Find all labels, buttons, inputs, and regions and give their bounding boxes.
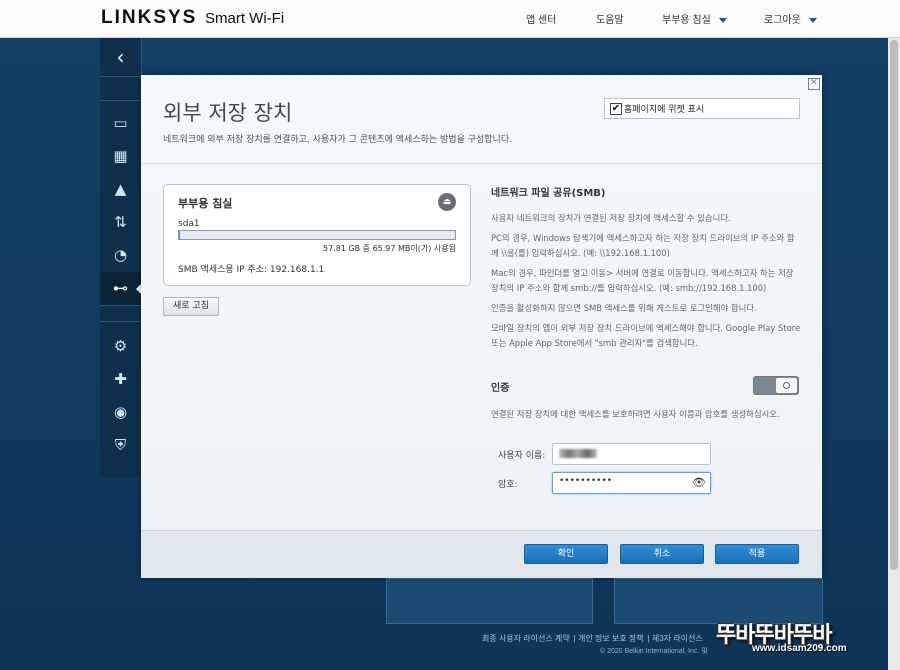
password-value: •••••••••• [559, 476, 613, 486]
storage-usage-text: 57.81 GB 중 65.97 MB이(가) 사용됨 [323, 244, 456, 253]
nav-app-center[interactable]: 앱 센터 [526, 11, 556, 26]
smb-section: 네트워크 파일 공유(SMB) 사용자 네트워크의 장치가 연결된 저장 장치에… [491, 184, 801, 356]
auth-title: 인증 [491, 383, 510, 394]
footer-links: 최종 사용자 라이선스 계약 | 개인 정보 보호 정책 | 제3자 라이선스 [482, 634, 703, 643]
modal-title: 외부 저장 장치 [163, 101, 293, 125]
security-icon[interactable]: ⛨ [100, 429, 141, 462]
eject-icon[interactable]: ⏏ [438, 193, 456, 211]
storage-device-card: 부부용 침실 ⏏ sda1 57.81 GB 중 65.97 MB이(가) 사용… [163, 184, 471, 286]
storage-usage-fill [179, 231, 181, 239]
smb-ip-address: SMB 액세스용 IP 주소: 192.168.1.1 [178, 265, 325, 275]
external-storage-modal: ✕ 외부 저장 장치 네트워크에 외부 저장 장치를 연결하고, 사용자가 그 … [141, 75, 822, 578]
chevron-down-icon [808, 17, 817, 23]
nav-logout-label: 로그아웃 [764, 15, 801, 26]
nav-router-menu[interactable]: 부부용 침실 [662, 11, 727, 26]
wifi-icon[interactable]: ◉ [100, 396, 141, 429]
page-scrollbar-thumb[interactable] [890, 40, 898, 570]
chevron-down-icon [718, 17, 727, 23]
smb-title: 네트워크 파일 공유(SMB) [491, 188, 606, 199]
warning-icon[interactable]: ▲ [100, 173, 141, 206]
password-field[interactable]: •••••••••• 👁 [552, 472, 711, 494]
footer-copyright: © 2020 Belkin International, Inc. 및 [600, 648, 708, 655]
top-bar: LINKSYS Smart Wi-Fi 앱 센터 도움말 부부용 침실 로그아웃 [0, 0, 900, 38]
nav-help-label: 도움말 [596, 15, 624, 26]
settings-icon[interactable]: ⚙ [100, 330, 141, 363]
sidebar: ‹ ▭ ▦ ▲ ⇅ ◔ ⊷ ⚙ ✚ ◉ ⛨ [100, 38, 142, 478]
linksys-logo: LINKSYS [101, 7, 198, 28]
background-card [386, 578, 593, 624]
username-label: 사용자 이름: [498, 451, 546, 461]
nav-router-label: 부부용 침실 [662, 15, 711, 26]
password-label: 암호: [498, 480, 518, 490]
nav-help[interactable]: 도움말 [596, 11, 624, 26]
partition-name: sda1 [178, 219, 200, 229]
calendar-icon[interactable]: ▦ [100, 140, 141, 173]
brand-suffix: Smart Wi-Fi [205, 10, 285, 27]
show-widget-toggle[interactable]: ✔ 홈페이지에 위젯 표시 [604, 98, 800, 119]
watermark-url: www.idsam209.com [752, 643, 847, 654]
header-divider [141, 163, 822, 164]
nav-app-center-label: 앱 센터 [526, 15, 557, 26]
sidebar-divider [100, 76, 141, 77]
bandwidth-icon[interactable]: ⇅ [100, 206, 141, 239]
blurred-username [559, 449, 597, 458]
sidebar-divider [100, 321, 141, 322]
smb-paragraph: Mac의 경우, 파인더를 열고 이동> 서버에 연결로 이동합니다. 액세스하… [491, 268, 794, 293]
smb-paragraph: 모바일 장치의 앱이 외부 저장 장치 드라이브에 액세스해야 합니다. Goo… [491, 323, 801, 348]
sidebar-divider [100, 305, 141, 306]
ok-button[interactable]: 확인 [524, 544, 608, 564]
footer-link-thirdparty[interactable]: 제3자 라이선스 [652, 634, 703, 643]
cancel-button[interactable]: 취소 [620, 544, 704, 564]
devices-icon[interactable]: ▭ [100, 107, 141, 140]
auth-description: 연결된 저장 장치에 대한 액세스를 보호하려면 사용자 이름과 암호를 생성하… [491, 409, 780, 419]
footer-link-privacy[interactable]: 개인 정보 보호 정책 [578, 634, 644, 643]
auth-toggle[interactable] [753, 376, 799, 395]
footer-link-eula[interactable]: 최종 사용자 라이선스 계약 [482, 634, 570, 643]
storage-usage-bar [178, 230, 456, 240]
smb-paragraph: 사용자 네트워크의 장치가 연결된 저장 장치에 액세스할 수 있습니다. [491, 213, 731, 223]
device-name: 부부용 침실 [178, 197, 233, 210]
close-icon[interactable]: ✕ [808, 78, 820, 90]
modal-description: 네트워크에 외부 저장 장치를 연결하고, 사용자가 그 콘텐츠에 액세스하는 … [163, 135, 512, 145]
apply-button[interactable]: 적용 [715, 544, 799, 564]
eye-icon[interactable]: 👁 [692, 476, 706, 489]
auth-toggle-knob [776, 378, 797, 393]
health-icon[interactable]: ✚ [100, 363, 141, 396]
username-field[interactable] [552, 443, 711, 465]
smb-paragraph: PC의 경우, Windows 탐색기에 액세스하고자 하는 저장 장치 드라이… [491, 233, 795, 258]
speedometer-icon[interactable]: ◔ [100, 239, 141, 272]
show-widget-checkbox[interactable]: ✔ [610, 103, 622, 115]
refresh-button[interactable]: 새로 고침 [163, 297, 219, 316]
sidebar-divider [100, 100, 141, 101]
show-widget-label: 홈페이지에 위젯 표시 [624, 105, 705, 115]
modal-footer: 확인 취소 적용 [141, 530, 822, 578]
smb-paragraph: 인증을 활성화하지 않으면 SMB 액세스를 위해 게스트로 로그인해야 합니다… [491, 303, 757, 313]
back-chevron-icon[interactable]: ‹ [100, 38, 141, 76]
nav-logout[interactable]: 로그아웃 [764, 11, 817, 26]
usb-icon[interactable]: ⊷ [100, 272, 142, 305]
